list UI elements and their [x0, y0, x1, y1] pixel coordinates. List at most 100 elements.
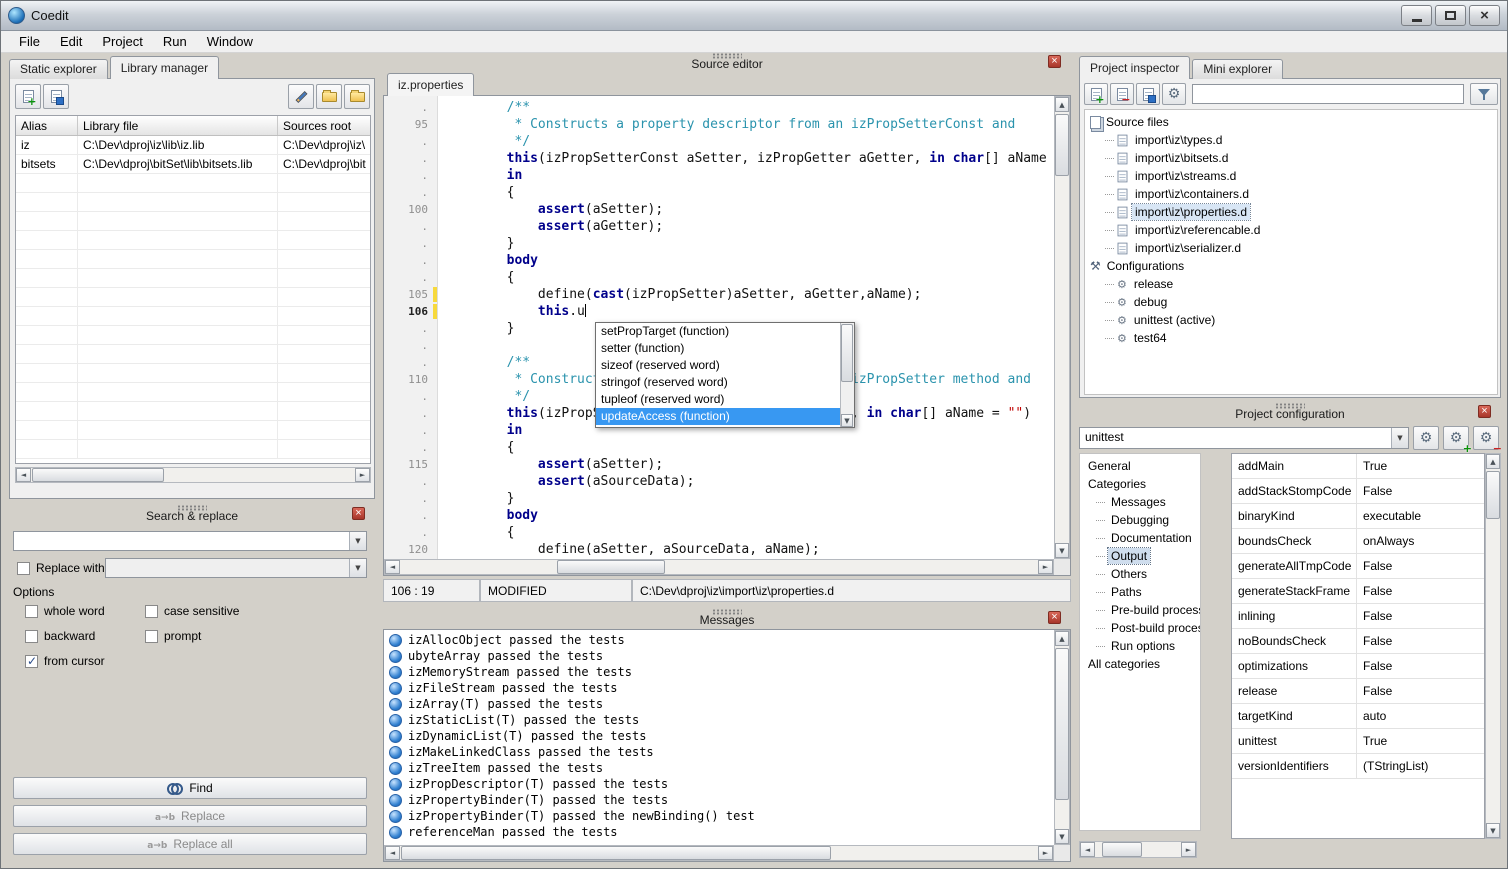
- code-line[interactable]: . {: [384, 439, 1054, 456]
- code-line[interactable]: . {: [384, 269, 1054, 286]
- scroll-left-button[interactable]: [385, 846, 400, 860]
- scroll-up-button[interactable]: [1055, 631, 1069, 646]
- edit-library-button[interactable]: [288, 84, 314, 109]
- tree-item-file[interactable]: import\iz\containers.d: [1085, 185, 1497, 203]
- message-row[interactable]: izPropertyBinder(T) passed the tests: [385, 792, 1053, 808]
- property-value[interactable]: True: [1357, 729, 1484, 753]
- category-item-debugging[interactable]: Debugging: [1080, 511, 1200, 529]
- message-row[interactable]: izArray(T) passed the tests: [385, 696, 1053, 712]
- code-line[interactable]: . assert(aGetter);: [384, 218, 1054, 235]
- replace-all-button[interactable]: Replace all: [13, 833, 367, 855]
- property-value[interactable]: False: [1357, 629, 1484, 653]
- property-row[interactable]: binaryKindexecutable: [1232, 504, 1484, 529]
- scroll-left-button[interactable]: [1080, 842, 1095, 857]
- dock-grip-icon[interactable]: [712, 609, 742, 615]
- chevron-down-icon[interactable]: [349, 532, 366, 550]
- vscroll-thumb[interactable]: [841, 324, 853, 382]
- code-line[interactable]: 120 define(aSetter, aSourceData, aName);: [384, 541, 1054, 558]
- property-row[interactable]: generateAllTmpCodeFalse: [1232, 554, 1484, 579]
- hscroll-thumb[interactable]: [1102, 842, 1142, 857]
- property-row[interactable]: noBoundsCheckFalse: [1232, 629, 1484, 654]
- code-line[interactable]: . in: [384, 167, 1054, 184]
- tab-mini-explorer[interactable]: Mini explorer: [1192, 59, 1283, 79]
- chevron-down-icon[interactable]: [349, 559, 366, 577]
- property-value[interactable]: (TStringList): [1357, 754, 1484, 778]
- property-row[interactable]: versionIdentifiers(TStringList): [1232, 754, 1484, 779]
- replace-with-checkbox[interactable]: Replace with: [17, 560, 105, 576]
- add-source-button[interactable]: [1084, 83, 1108, 105]
- property-value[interactable]: executable: [1357, 504, 1484, 528]
- filter-button[interactable]: [1470, 83, 1498, 105]
- category-item-documentation[interactable]: Documentation: [1080, 529, 1200, 547]
- save-library-list-button[interactable]: [43, 84, 69, 109]
- scroll-down-button[interactable]: [1486, 823, 1500, 838]
- message-row[interactable]: izPropertyBinder(T) passed the newBindin…: [385, 808, 1053, 824]
- menu-window[interactable]: Window: [197, 32, 263, 51]
- tree-item-file[interactable]: import\iz\properties.d: [1085, 203, 1497, 221]
- message-row[interactable]: izStaticList(T) passed the tests: [385, 712, 1053, 728]
- tree-item-config-test64[interactable]: test64: [1085, 329, 1497, 347]
- tree-item-file[interactable]: import\iz\serializer.d: [1085, 239, 1497, 257]
- category-item-output[interactable]: Output: [1080, 547, 1200, 565]
- code-line[interactable]: 100 assert(aSetter);: [384, 201, 1054, 218]
- completion-item[interactable]: tupleof (reserved word): [596, 391, 840, 408]
- menu-edit[interactable]: Edit: [50, 32, 92, 51]
- property-row[interactable]: addStackStompCodeFalse: [1232, 479, 1484, 504]
- property-grid-vscrollbar[interactable]: [1485, 453, 1501, 839]
- property-row[interactable]: boundsCheckonAlways: [1232, 529, 1484, 554]
- tree-item-config-unittest-active[interactable]: unittest (active): [1085, 311, 1497, 329]
- property-value[interactable]: False: [1357, 604, 1484, 628]
- completion-item[interactable]: stringof (reserved word): [596, 374, 840, 391]
- code-line[interactable]: . */: [384, 133, 1054, 150]
- property-row[interactable]: optimizationsFalse: [1232, 654, 1484, 679]
- dock-grip-icon[interactable]: [177, 505, 207, 511]
- config-remove-button[interactable]: [1473, 426, 1499, 450]
- table-row[interactable]: izC:\Dev\dproj\iz\lib\iz.libC:\Dev\dproj…: [16, 136, 370, 155]
- tree-item-file[interactable]: import\iz\referencable.d: [1085, 221, 1497, 239]
- property-value[interactable]: False: [1357, 654, 1484, 678]
- replace-with-combo[interactable]: [105, 558, 367, 578]
- category-item-run-options[interactable]: Run options: [1080, 637, 1200, 655]
- menu-file[interactable]: File: [9, 32, 50, 51]
- dock-grip-icon[interactable]: [712, 53, 742, 59]
- tab-static-explorer[interactable]: Static explorer: [9, 59, 108, 79]
- property-value[interactable]: True: [1357, 454, 1484, 478]
- category-item-messages[interactable]: Messages: [1080, 493, 1200, 511]
- search-term-combo[interactable]: [13, 531, 367, 551]
- completion-item[interactable]: setPropTarget (function): [596, 323, 840, 340]
- category-item-others[interactable]: Others: [1080, 565, 1200, 583]
- scroll-right-button[interactable]: [1181, 842, 1196, 857]
- scroll-down-button[interactable]: [1055, 543, 1069, 558]
- column-header-sources-root[interactable]: Sources root: [278, 116, 371, 135]
- code-line[interactable]: . }: [384, 490, 1054, 507]
- whole-word-checkbox[interactable]: whole word: [25, 603, 145, 619]
- message-row[interactable]: referenceMan passed the tests: [385, 824, 1053, 840]
- column-header-alias[interactable]: Alias: [16, 116, 78, 135]
- code-line[interactable]: . }: [384, 235, 1054, 252]
- prompt-checkbox[interactable]: prompt: [145, 628, 355, 644]
- scroll-left-button[interactable]: [385, 560, 400, 574]
- message-row[interactable]: izMakeLinkedClass passed the tests: [385, 744, 1053, 760]
- completion-item[interactable]: setter (function): [596, 340, 840, 357]
- tab-library-manager[interactable]: Library manager: [110, 56, 219, 79]
- tree-item-config-release[interactable]: release: [1085, 275, 1497, 293]
- chevron-down-icon[interactable]: [1391, 428, 1408, 448]
- scroll-left-button[interactable]: [16, 468, 31, 482]
- add-folder-button[interactable]: [344, 84, 370, 109]
- code-line[interactable]: 95 * Constructs a property descriptor fr…: [384, 116, 1054, 133]
- vscroll-thumb[interactable]: [1055, 648, 1069, 800]
- replace-button[interactable]: Replace: [13, 805, 367, 827]
- source-editor-close-button[interactable]: [1048, 55, 1061, 68]
- editor-tab-iz-properties[interactable]: iz.properties: [387, 73, 474, 96]
- scroll-right-button[interactable]: [355, 468, 370, 482]
- project-configuration-close-button[interactable]: [1478, 405, 1491, 418]
- category-item-all-categories[interactable]: All categories: [1080, 655, 1200, 673]
- category-item-general[interactable]: General: [1080, 457, 1200, 475]
- property-row[interactable]: generateStackFrameFalse: [1232, 579, 1484, 604]
- code-line[interactable]: . assert(aSourceData);: [384, 473, 1054, 490]
- from-cursor-checkbox[interactable]: from cursor: [25, 653, 145, 669]
- property-value[interactable]: False: [1357, 554, 1484, 578]
- minimize-button[interactable]: [1401, 5, 1432, 26]
- message-row[interactable]: izFileStream passed the tests: [385, 680, 1053, 696]
- titlebar[interactable]: Coedit: [1, 1, 1507, 31]
